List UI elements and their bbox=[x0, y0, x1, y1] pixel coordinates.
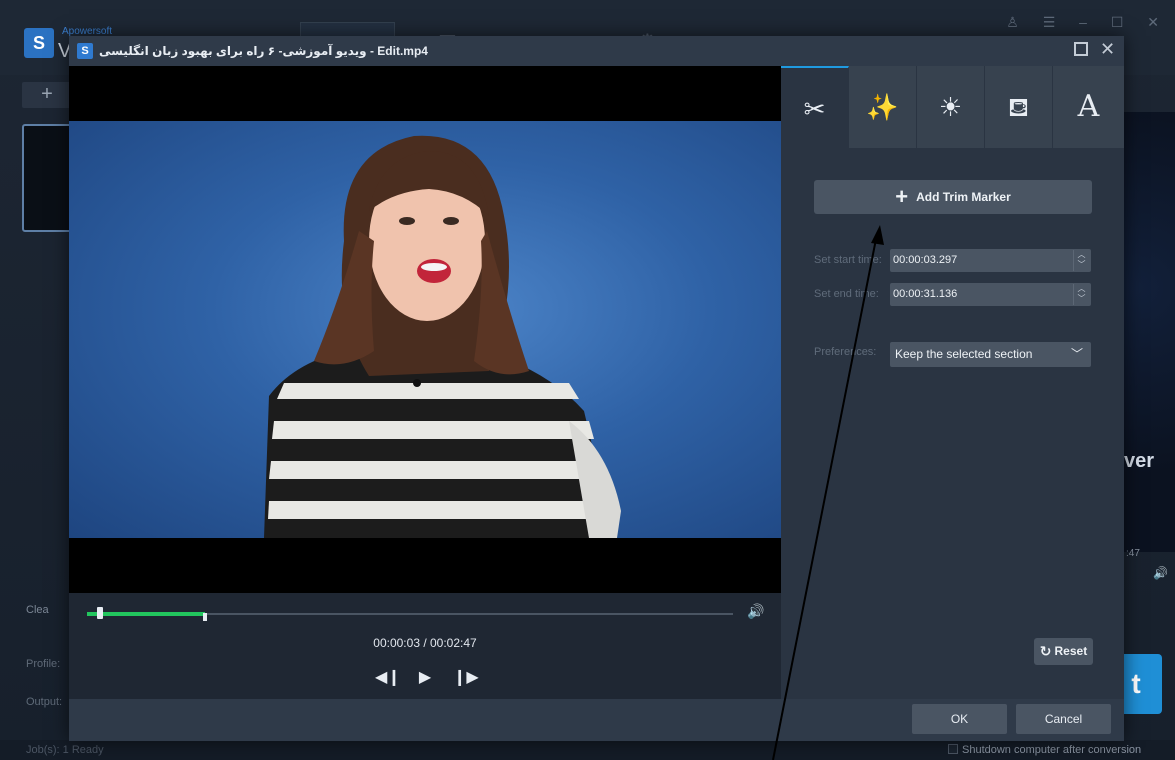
video-person-image bbox=[264, 135, 621, 538]
trim-start-handle[interactable] bbox=[97, 607, 103, 619]
trim-selection-range bbox=[87, 612, 205, 616]
edit-side-panel: ✂ ✨ ☀ ⛾ A + Add Trim Marker Set start tim… bbox=[781, 66, 1124, 699]
video-frame bbox=[69, 121, 781, 538]
end-time-label: Set end time: bbox=[814, 288, 879, 300]
cancel-button[interactable]: Cancel bbox=[1016, 704, 1111, 734]
add-files-button[interactable]: + bbox=[22, 82, 72, 108]
watermark-tab-icon[interactable]: ⛾ bbox=[985, 66, 1053, 148]
reset-label: Reset bbox=[1054, 644, 1088, 658]
close-icon[interactable]: ✕ bbox=[1100, 38, 1115, 60]
jobs-status: Job(s): 1 Ready bbox=[26, 744, 104, 756]
end-time-value: 00:00:31.136 bbox=[893, 288, 958, 300]
profile-label: Profile: bbox=[26, 658, 61, 670]
effect-tab-icon[interactable]: ✨ bbox=[849, 66, 917, 148]
preview-panel bbox=[1124, 112, 1175, 552]
play-icon[interactable]: ▶ bbox=[415, 667, 435, 687]
dialog-title: ویدیو آموزشی- ۶ راه برای بهبود زبان انگل… bbox=[99, 44, 428, 58]
chevron-down-icon: ﹀ bbox=[1070, 347, 1083, 361]
end-time-input[interactable]: 00:00:31.136 ︿ ﹀ bbox=[890, 283, 1091, 306]
previous-frame-icon[interactable]: ◀❙ bbox=[375, 667, 401, 687]
start-time-label: Set start time: bbox=[814, 254, 882, 266]
app-icon: S bbox=[77, 43, 93, 59]
clear-list-button[interactable]: Clea bbox=[26, 604, 49, 616]
end-time-spinner[interactable]: ︿ ﹀ bbox=[1073, 284, 1089, 305]
start-time-input[interactable]: 00:00:03.297 ︿ ﹀ bbox=[890, 249, 1091, 272]
edit-dialog: S ویدیو آموزشی- ۶ راه برای بهبود زبان ان… bbox=[69, 36, 1124, 741]
time-display: 00:00:03 / 00:02:47 bbox=[373, 636, 477, 650]
add-trim-marker-button[interactable]: + Add Trim Marker bbox=[814, 180, 1092, 214]
adjust-tab-icon[interactable]: ☀ bbox=[917, 66, 985, 148]
plus-icon: + bbox=[895, 184, 909, 209]
preview-time-fragment: :47 bbox=[1126, 548, 1140, 559]
video-preview[interactable] bbox=[69, 66, 781, 593]
edit-tabs: ✂ ✨ ☀ ⛾ A bbox=[781, 66, 1124, 148]
trim-end-handle[interactable] bbox=[203, 613, 207, 621]
ok-button[interactable]: OK bbox=[912, 704, 1007, 734]
trim-tab-icon[interactable]: ✂ bbox=[781, 66, 849, 148]
next-frame-icon[interactable]: ❙▶ bbox=[453, 667, 479, 687]
preview-text-fragment: ver bbox=[1124, 450, 1155, 472]
checkbox-box[interactable] bbox=[948, 744, 958, 754]
reset-button[interactable]: ↻ Reset bbox=[1034, 638, 1093, 665]
main-window-controls[interactable]: ♙ ☰ – ☐ ✕ bbox=[1006, 14, 1169, 31]
preview-volume-icon[interactable]: 🔊 bbox=[1153, 566, 1168, 580]
preferences-select[interactable]: Keep the selected section ﹀ bbox=[890, 342, 1091, 367]
text-tab-icon[interactable]: A bbox=[1053, 66, 1124, 148]
add-trim-marker-label: Add Trim Marker bbox=[916, 190, 1011, 204]
reset-icon: ↻ bbox=[1039, 643, 1052, 659]
dialog-titlebar: S ویدیو آموزشی- ۶ راه برای بهبود زبان ان… bbox=[69, 36, 1124, 66]
output-label: Output: bbox=[26, 696, 63, 708]
shutdown-label: Shutdown computer after conversion bbox=[962, 744, 1142, 756]
start-time-spinner[interactable]: ︿ ﹀ bbox=[1073, 250, 1089, 271]
preferences-label: Preferences: bbox=[814, 346, 877, 358]
shutdown-checkbox[interactable]: Shutdown computer after conversion bbox=[948, 744, 1141, 756]
dialog-footer: OK Cancel bbox=[69, 699, 1124, 741]
file-thumbnail[interactable] bbox=[22, 124, 72, 232]
playback-controls: 🔊 00:00:03 / 00:02:47 ◀❙ ▶ ❙▶ bbox=[69, 593, 781, 699]
start-time-value: 00:00:03.297 bbox=[893, 254, 958, 266]
maximize-icon[interactable] bbox=[1074, 42, 1088, 56]
preferences-value: Keep the selected section bbox=[895, 347, 1033, 361]
app-logo-icon: S bbox=[24, 28, 54, 58]
volume-icon[interactable]: 🔊 bbox=[747, 603, 764, 620]
